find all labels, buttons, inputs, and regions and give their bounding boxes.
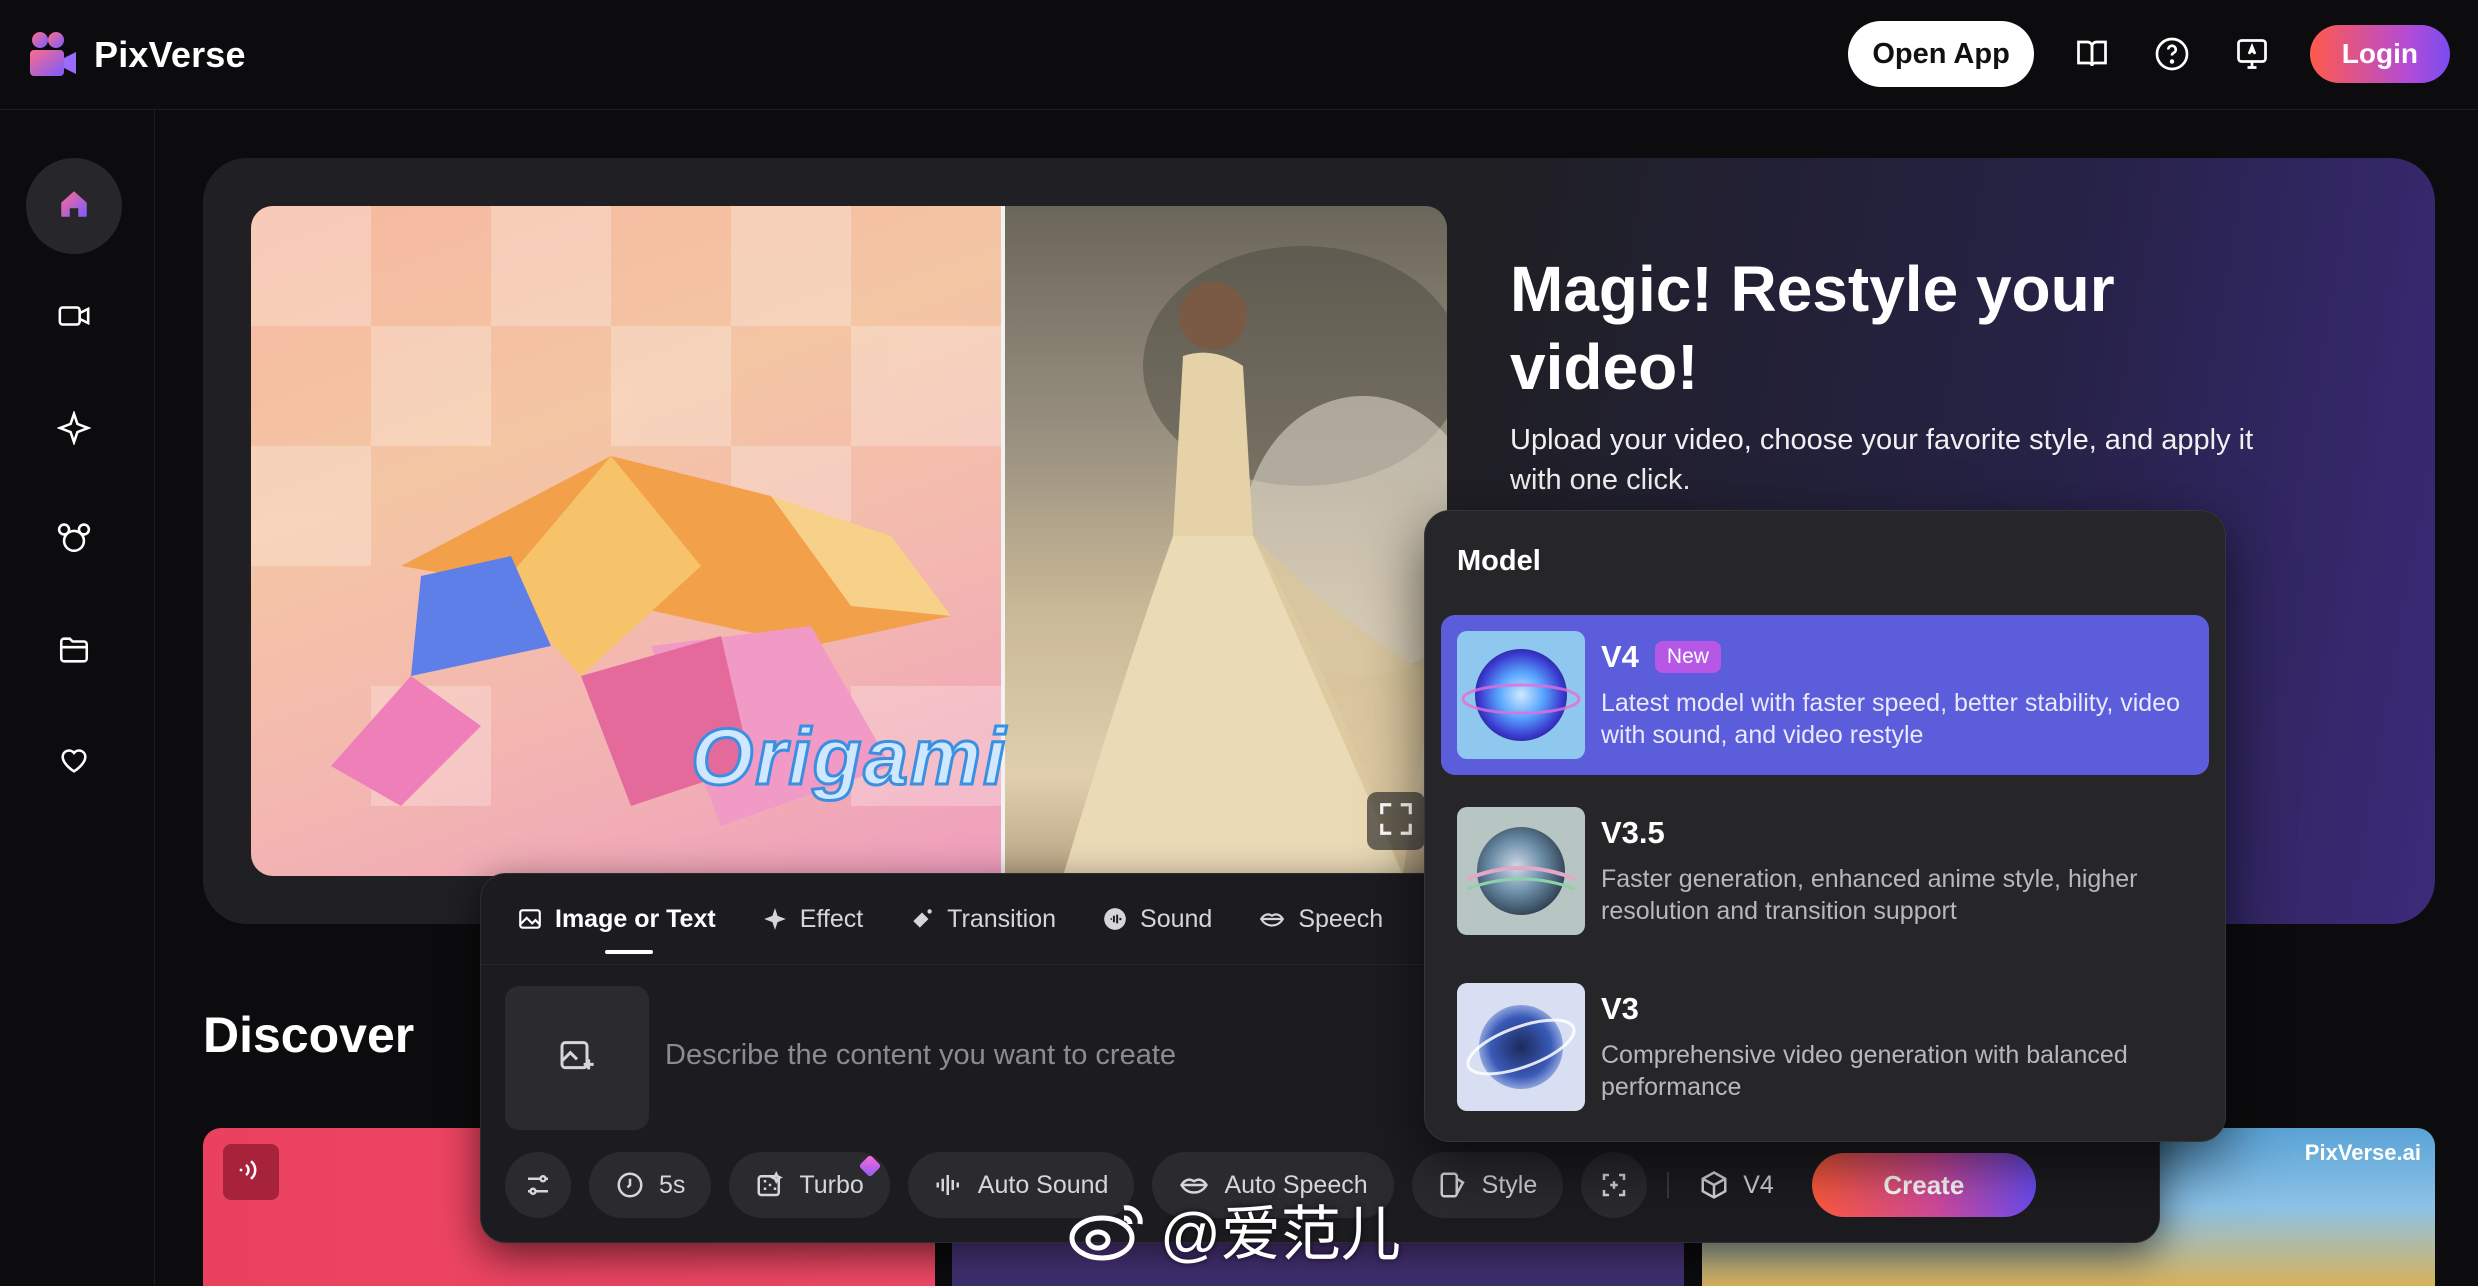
sidebar-item-characters[interactable] xyxy=(26,492,122,588)
turbo-label: Turbo xyxy=(799,1170,864,1199)
tab-sound[interactable]: Sound xyxy=(1102,874,1212,964)
model-select-button[interactable]: V4 xyxy=(1683,1152,1790,1218)
tab-effect[interactable]: Effect xyxy=(762,874,863,964)
sparkle-icon xyxy=(762,906,788,932)
sliders-icon xyxy=(523,1170,553,1200)
tab-label: Sound xyxy=(1140,904,1213,933)
sparkle-icon xyxy=(56,409,92,450)
add-image-icon xyxy=(557,1036,597,1081)
turbo-button[interactable]: Turbo xyxy=(729,1152,890,1218)
model-thumbnail xyxy=(1457,807,1585,935)
overlay-watermark: @爱范儿 xyxy=(1066,1186,1401,1273)
model-name: V4 New xyxy=(1601,639,1721,675)
heart-icon xyxy=(57,743,91,782)
model-description: Comprehensive video generation with bala… xyxy=(1601,1041,2128,1101)
model-menu-heading: Model xyxy=(1457,545,1541,577)
sidebar-item-favorites[interactable] xyxy=(26,714,122,810)
model-menu: Model V4 New Latest model with faster sp… xyxy=(1424,510,2226,1142)
pixverse-logo-icon xyxy=(28,30,78,80)
transition-icon xyxy=(909,906,935,932)
login-button[interactable]: Login xyxy=(2309,25,2450,83)
sound-icon xyxy=(1102,906,1128,932)
model-name-text: V3 xyxy=(1601,991,1639,1026)
sidebar-item-home[interactable] xyxy=(26,158,122,254)
model-thumbnail xyxy=(1457,983,1585,1111)
discover-title: Discover xyxy=(203,1007,415,1063)
model-description: Faster generation, enhanced anime style,… xyxy=(1601,865,2138,925)
model-thumbnail xyxy=(1457,631,1585,759)
cube-icon xyxy=(1699,1170,1729,1200)
model-description: Latest model with faster speed, better s… xyxy=(1601,689,2181,749)
weibo-icon xyxy=(1066,1198,1150,1262)
tab-label: Effect xyxy=(799,904,864,933)
tab-transition[interactable]: Transition xyxy=(909,874,1056,964)
model-option-v3-5[interactable]: V3.5 Faster generation, enhanced anime s… xyxy=(1441,791,2209,951)
tab-label: Image or Text xyxy=(555,904,716,933)
fullscreen-icon xyxy=(1377,800,1415,843)
image-icon xyxy=(517,906,543,932)
model-label: V4 xyxy=(1743,1170,1774,1199)
carousel-dots xyxy=(2423,813,2435,829)
watermark-text: @爱范儿 xyxy=(1160,1201,1401,1268)
duration-button[interactable]: 5s xyxy=(589,1152,712,1218)
model-name-text: V4 xyxy=(1601,639,1639,674)
fullscreen-button[interactable] xyxy=(1367,792,1425,850)
feedback-icon[interactable] xyxy=(2230,32,2274,76)
header-actions: Open App Login xyxy=(1848,21,2450,87)
video-icon xyxy=(57,299,91,338)
hero-media-comparison[interactable]: Origami xyxy=(251,206,1447,876)
tab-label: Transition xyxy=(947,904,1057,933)
add-frame-icon xyxy=(1599,1170,1629,1200)
sidebar-item-effects[interactable] xyxy=(26,382,122,478)
model-name-text: V3.5 xyxy=(1601,815,1665,850)
hero-title: Magic! Restyle your video! xyxy=(1510,253,2115,403)
sound-waves-icon xyxy=(236,1155,266,1190)
home-icon xyxy=(57,187,91,226)
top-bar: PixVerse Open App Login xyxy=(0,0,2478,110)
toolbar-divider xyxy=(1667,1172,1670,1198)
tab-label: Speech xyxy=(1298,904,1384,933)
model-option-v4[interactable]: V4 New Latest model with faster speed, b… xyxy=(1441,615,2209,775)
upload-image-button[interactable] xyxy=(505,986,649,1130)
clock-icon xyxy=(615,1170,645,1200)
card-watermark: PixVerse.ai xyxy=(2304,1140,2421,1165)
brand-logo[interactable]: PixVerse xyxy=(28,30,246,80)
settings-button[interactable] xyxy=(505,1152,571,1218)
add-element-button[interactable] xyxy=(1581,1152,1648,1218)
tab-speech[interactable]: Speech xyxy=(1258,874,1383,964)
create-button[interactable]: Create xyxy=(1811,1153,2036,1217)
duration-label: 5s xyxy=(659,1170,686,1199)
style-label: Style xyxy=(1481,1170,1538,1199)
turbo-icon xyxy=(755,1170,785,1200)
style-button[interactable]: Style xyxy=(1411,1152,1564,1218)
model-option-v3[interactable]: V3 Comprehensive video generation with b… xyxy=(1441,967,2209,1127)
model-name: V3.5 xyxy=(1601,815,1665,851)
lips-icon xyxy=(1258,906,1286,932)
character-icon xyxy=(57,521,91,560)
sidebar xyxy=(0,110,155,1286)
book-icon[interactable] xyxy=(2070,32,2114,76)
style-icon xyxy=(1438,1170,1468,1200)
folder-icon xyxy=(57,633,91,672)
style-label: Origami xyxy=(689,711,1008,803)
composer-tabs: Image or Text Effect Transition Sound Sp… xyxy=(517,874,1429,964)
brand-name: PixVerse xyxy=(94,34,246,75)
help-icon[interactable] xyxy=(2150,32,2194,76)
hero-subtitle: Upload your video, choose your favorite … xyxy=(1510,424,2254,496)
new-badge: New xyxy=(1654,641,1721,673)
restyled-video-preview xyxy=(1003,206,1447,876)
open-app-button[interactable]: Open App xyxy=(1848,21,2034,87)
sound-badge xyxy=(223,1144,279,1200)
model-name: V3 xyxy=(1601,991,1639,1027)
sidebar-item-video[interactable] xyxy=(26,270,122,366)
tab-image-or-text[interactable]: Image or Text xyxy=(517,874,716,964)
sidebar-item-assets[interactable] xyxy=(26,604,122,700)
waveform-icon xyxy=(934,1170,964,1200)
